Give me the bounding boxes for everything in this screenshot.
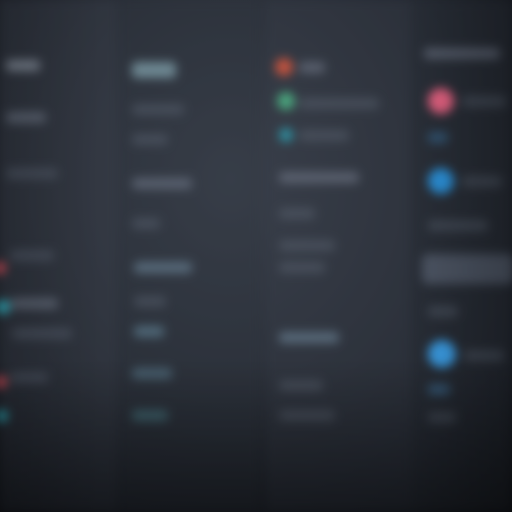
column-c: [265, 0, 410, 512]
list-item[interactable]: [279, 332, 339, 343]
column-a-header: [6, 60, 40, 71]
list-item[interactable]: [279, 240, 335, 251]
list-item[interactable]: [134, 326, 164, 337]
list-item[interactable]: [279, 208, 315, 219]
teal-dot-icon: [279, 128, 293, 142]
blue-avatar-icon[interactable]: [428, 168, 454, 194]
list-item[interactable]: [12, 328, 72, 339]
list-item[interactable]: [428, 412, 456, 423]
list-item[interactable]: [134, 262, 192, 273]
list-item[interactable]: [279, 262, 325, 273]
list-item[interactable]: [10, 250, 54, 261]
list-item[interactable]: [279, 410, 335, 421]
list-item[interactable]: [428, 220, 488, 231]
list-item[interactable]: [132, 368, 172, 379]
list-item[interactable]: [132, 178, 192, 189]
list-item[interactable]: [462, 176, 502, 187]
red-dot-icon: [0, 376, 7, 388]
blue-avatar-icon[interactable]: [428, 340, 456, 368]
teal-dot-icon: [277, 92, 295, 110]
list-item[interactable]: [428, 306, 458, 317]
pink-avatar-icon[interactable]: [428, 88, 454, 114]
blurred-app-screen: [0, 0, 512, 512]
column-a: [0, 0, 118, 512]
list-item[interactable]: [279, 380, 323, 391]
list-item[interactable]: [6, 168, 58, 179]
teal-dot-icon: [0, 410, 8, 422]
list-item[interactable]: [132, 218, 160, 229]
column-b: [120, 0, 260, 512]
red-dot-icon: [0, 262, 6, 274]
column-d: [410, 0, 512, 512]
list-item[interactable]: [462, 96, 506, 107]
list-item[interactable]: [299, 130, 349, 141]
list-item[interactable]: [428, 384, 450, 395]
list-item[interactable]: [299, 98, 379, 109]
list-item[interactable]: [132, 104, 184, 115]
list-item[interactable]: [132, 134, 168, 145]
selected-list-item[interactable]: [422, 254, 512, 284]
list-item[interactable]: [10, 372, 48, 383]
list-item[interactable]: [132, 410, 168, 421]
list-item[interactable]: [134, 296, 166, 307]
list-item[interactable]: [6, 112, 46, 123]
orange-dot-icon: [275, 58, 293, 76]
list-item[interactable]: [428, 132, 448, 143]
list-item[interactable]: [299, 62, 325, 73]
list-item[interactable]: [279, 172, 359, 183]
list-item[interactable]: [10, 298, 58, 309]
column-b-header: [132, 62, 176, 78]
blurred-content: [0, 0, 512, 512]
list-item[interactable]: [464, 350, 504, 361]
list-item[interactable]: [424, 48, 500, 59]
teal-dot-icon: [0, 300, 10, 314]
